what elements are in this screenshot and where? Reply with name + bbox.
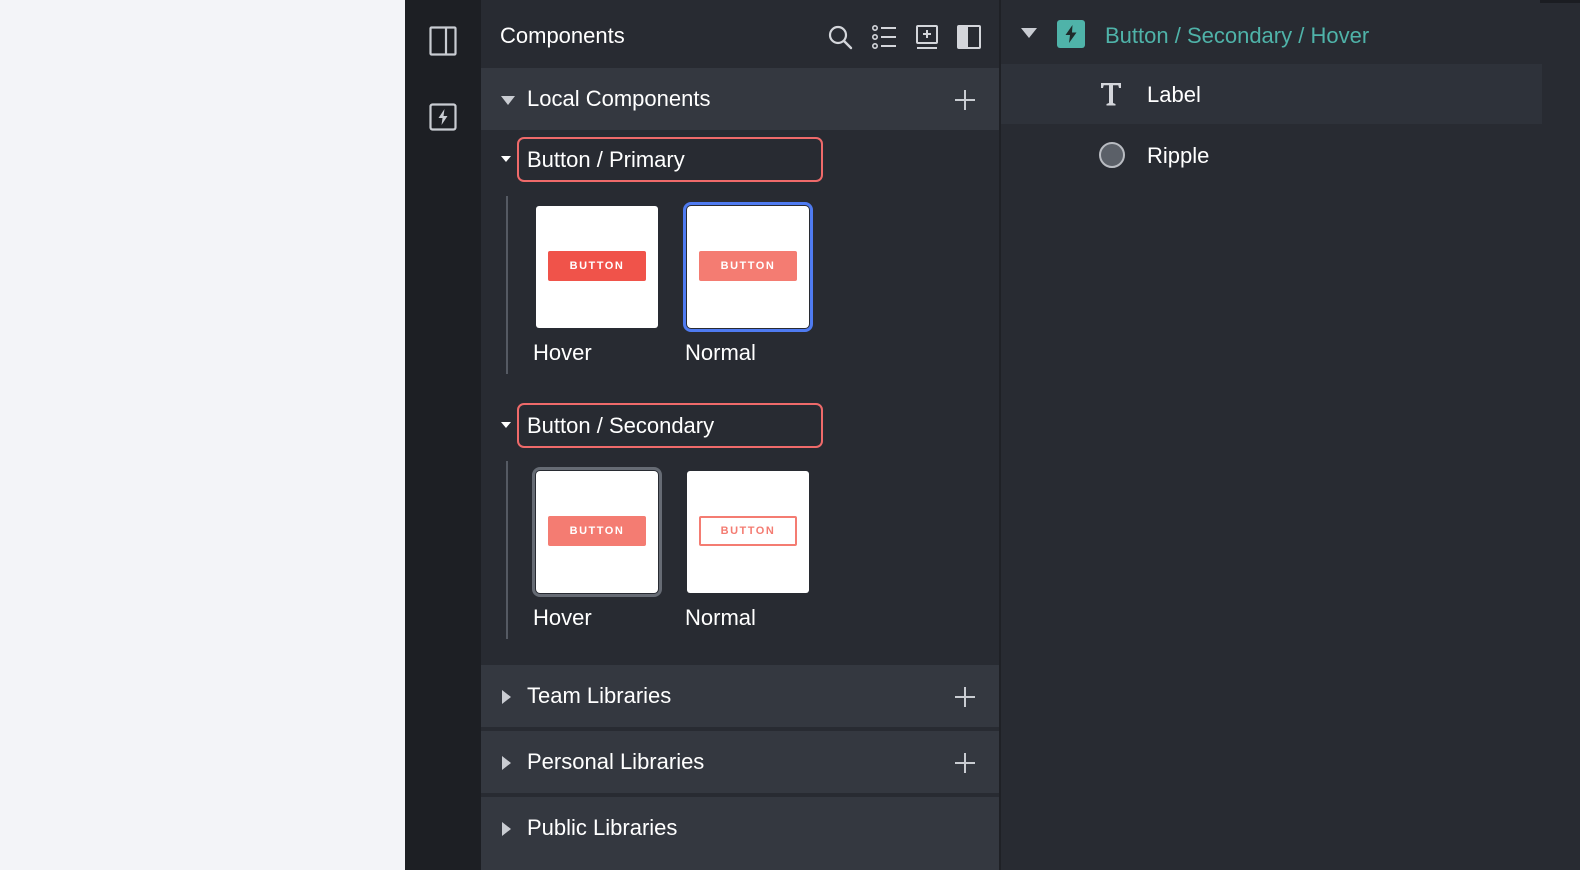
section-label: Personal Libraries <box>527 749 705 774</box>
components-rail-button[interactable] <box>427 101 459 133</box>
search-button[interactable] <box>826 23 854 51</box>
layer-row-root[interactable]: Button / Secondary / Hover <box>1001 3 1542 63</box>
tree-line <box>506 461 508 639</box>
add-icon[interactable] <box>953 685 977 709</box>
caret-right-icon <box>502 690 511 704</box>
caret-down-icon[interactable] <box>500 420 512 430</box>
component-thumb-primary-hover[interactable]: BUTTON <box>536 206 658 328</box>
tree-line <box>506 196 508 374</box>
group-button-primary[interactable]: Button / Primary <box>517 137 823 182</box>
sidebar-toggle-icon <box>957 25 981 49</box>
button-preview: BUTTON <box>548 516 646 546</box>
panel-title: Components <box>500 23 625 48</box>
layer-label: Label <box>1147 82 1201 107</box>
caret-down-icon[interactable] <box>500 154 512 164</box>
layer-label: Ripple <box>1147 143 1210 168</box>
panel-toggle-button[interactable] <box>427 25 459 57</box>
section-local-components[interactable]: Local Components <box>481 68 999 132</box>
component-thumb-secondary-hover[interactable]: BUTTON <box>532 467 662 597</box>
component-icon <box>1057 20 1085 48</box>
caret-down-icon[interactable] <box>1020 27 1038 39</box>
insert-component-button[interactable] <box>913 23 941 51</box>
thumb-caption: Normal <box>685 605 756 630</box>
add-icon[interactable] <box>953 88 977 112</box>
button-preview: BUTTON <box>548 251 646 281</box>
circle-icon <box>1099 142 1125 168</box>
list-icon <box>872 25 896 49</box>
button-preview: BUTTON <box>699 516 797 546</box>
section-label: Team Libraries <box>527 683 672 708</box>
add-icon[interactable] <box>953 751 977 775</box>
section-label: Public Libraries <box>527 815 678 840</box>
layers-panel: Button / Secondary / Hover Label Ripple <box>999 0 1542 870</box>
section-label: Local Components <box>527 86 711 111</box>
left-rail <box>405 0 481 870</box>
section-personal-libraries[interactable]: Personal Libraries <box>481 731 999 795</box>
insert-icon <box>916 25 938 49</box>
section-public-libraries[interactable]: Public Libraries <box>481 797 999 870</box>
layer-row-label[interactable]: Label <box>1001 64 1542 124</box>
component-thumb-secondary-normal[interactable]: BUTTON <box>687 471 809 593</box>
layer-title: Button / Secondary / Hover <box>1105 23 1370 48</box>
button-preview: BUTTON <box>699 251 797 281</box>
component-bolt-icon <box>429 103 457 131</box>
app-window: Components Local Components Button / Pri… <box>405 0 1580 870</box>
components-panel: Components Local Components Button / Pri… <box>481 0 999 870</box>
caret-right-icon <box>502 756 511 770</box>
layer-row-ripple[interactable]: Ripple <box>1001 125 1542 185</box>
panel-layout-icon <box>429 26 457 56</box>
panel-header: Components <box>481 3 999 68</box>
component-thumb-primary-normal[interactable]: BUTTON <box>683 202 813 332</box>
text-icon <box>1101 83 1121 106</box>
sidebar-toggle-button[interactable] <box>955 23 983 51</box>
thumb-caption: Hover <box>533 340 592 365</box>
list-view-button[interactable] <box>871 23 899 51</box>
group-button-secondary[interactable]: Button / Secondary <box>517 403 823 448</box>
caret-down-icon <box>501 96 515 105</box>
section-team-libraries[interactable]: Team Libraries <box>481 665 999 729</box>
caret-right-icon <box>502 822 511 836</box>
search-icon <box>828 25 853 50</box>
thumb-caption: Hover <box>533 605 592 630</box>
thumb-caption: Normal <box>685 340 756 365</box>
